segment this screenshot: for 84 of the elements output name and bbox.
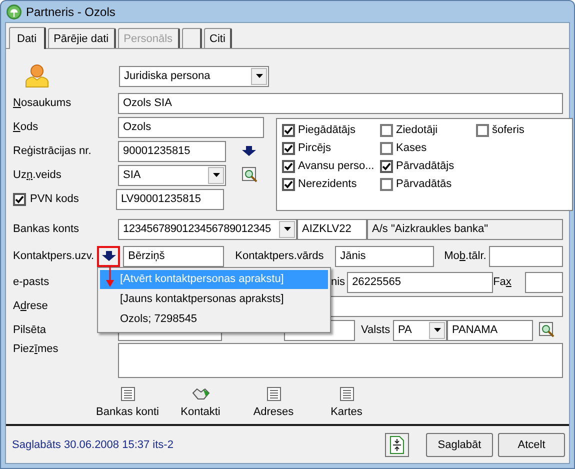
window-title: Partneris - Ozols xyxy=(26,4,116,18)
field-label: Reģistrācijas nr. xyxy=(13,145,92,157)
category-checkbox[interactable] xyxy=(380,160,393,172)
company-type-dropdown[interactable]: SIA xyxy=(118,164,226,186)
field-label: Adrese xyxy=(13,300,49,312)
toolbar-button[interactable]: Adreses xyxy=(237,385,310,420)
checkbox-label: PVN kods xyxy=(29,193,80,205)
caret-icon xyxy=(284,227,290,231)
dialog-button[interactable]: Atcelt xyxy=(498,432,565,456)
registration-field[interactable]: 90001235815 xyxy=(118,140,226,162)
tree-icon xyxy=(6,4,22,20)
tab[interactable]: Pārējie dati xyxy=(48,28,116,48)
document-icon xyxy=(390,436,404,454)
toolbar-button[interactable]: Kontakti xyxy=(164,385,237,420)
caret-icon xyxy=(212,173,220,177)
checkbox-label: Nerezidents xyxy=(298,178,357,190)
field-label: Mob.tālr. xyxy=(443,250,488,262)
code-field[interactable]: Ozols xyxy=(118,116,264,138)
dropdown-button[interactable] xyxy=(97,246,120,266)
field-label: Pilsēta xyxy=(13,324,48,336)
checkbox-label: Kases xyxy=(396,142,427,154)
category-checkbox[interactable] xyxy=(282,124,295,136)
person-icon xyxy=(25,64,49,88)
category-checkbox[interactable] xyxy=(282,142,295,154)
search-icon[interactable] xyxy=(539,322,555,338)
field-label: Kontaktpers.vārds xyxy=(234,250,325,262)
checkbox-label: Pārvadātās xyxy=(396,178,452,190)
tab[interactable]: Dati xyxy=(9,27,46,49)
down-arrow-icon[interactable] xyxy=(242,146,256,156)
menu-item[interactable]: Ozols; 7298545 xyxy=(100,310,328,329)
search-icon[interactable] xyxy=(242,167,258,183)
name-field[interactable]: Ozols SIA xyxy=(118,92,563,114)
handshake-icon xyxy=(192,387,210,401)
category-checkbox[interactable] xyxy=(380,124,393,136)
field-label: Piezīmes xyxy=(13,343,60,355)
caret-icon xyxy=(434,328,440,332)
field-label: Nosaukums xyxy=(13,97,72,109)
tab[interactable]: Citi xyxy=(204,28,232,48)
category-checkbox[interactable] xyxy=(282,160,295,172)
checkbox-label: Avansu perso... xyxy=(298,160,374,172)
category-checkbox[interactable] xyxy=(380,142,393,154)
vat-checkbox[interactable] xyxy=(13,192,26,206)
country-code-dropdown[interactable]: PA xyxy=(393,320,447,340)
bank-account-dropdown[interactable]: 1234567890123456789012345 xyxy=(118,218,297,240)
phone-field[interactable]: 26225565 xyxy=(347,272,494,292)
toolbar-button[interactable]: Kartes xyxy=(310,385,383,420)
category-checkbox[interactable] xyxy=(380,178,393,190)
vat-code-field[interactable]: LV90001235815 xyxy=(116,188,224,210)
bank-name-field: A/s "Aizkraukles banka" xyxy=(367,218,563,240)
field-label: Bankas konts xyxy=(13,223,80,235)
down-arrow-icon xyxy=(102,251,116,261)
checkbox-label: Ziedotāji xyxy=(396,124,438,136)
toolbar-button[interactable]: Bankas konti xyxy=(91,385,164,420)
field-label: Uzņ.veids xyxy=(13,169,62,181)
field-label: nis xyxy=(331,276,346,288)
first-name-field[interactable]: Jānis xyxy=(335,246,434,266)
icon-button[interactable] xyxy=(385,432,409,456)
list-icon xyxy=(340,387,354,401)
annotation-arrow xyxy=(105,266,115,288)
list-icon xyxy=(120,387,134,401)
country-name-field[interactable]: PANAMA xyxy=(447,320,533,340)
swift-field[interactable]: AIZKLV22 xyxy=(297,218,367,240)
list-icon xyxy=(266,387,280,401)
field-label: Valsts xyxy=(360,324,392,336)
field-label: Kods xyxy=(13,121,40,133)
field-label: Fax xyxy=(493,276,512,288)
notes-field[interactable] xyxy=(118,343,563,378)
caret-icon xyxy=(256,74,262,78)
checkbox-label: Piegādātājs xyxy=(298,124,356,136)
mobile-field[interactable] xyxy=(489,246,563,266)
tab[interactable] xyxy=(182,28,202,48)
status-text: Saglabāts 30.06.2008 15:37 its-2 xyxy=(12,438,174,450)
menu-item[interactable]: [Jauns kontaktpersonas apraksts] xyxy=(100,290,328,309)
category-checkbox[interactable] xyxy=(476,124,489,136)
dialog-button[interactable]: Saglabāt xyxy=(426,432,493,456)
field-label: Kontaktpers.uzv. xyxy=(13,250,94,262)
category-checkbox[interactable] xyxy=(282,178,295,190)
surname-field[interactable]: Bērziņš xyxy=(123,246,224,266)
checkbox-label: Pārvadātājs xyxy=(396,160,454,172)
field-label: e-pasts xyxy=(13,276,50,288)
checkbox-label: Pircējs xyxy=(298,142,332,154)
fax-field[interactable] xyxy=(525,272,563,292)
checkbox-label: šoferis xyxy=(492,124,524,136)
partner-type-dropdown[interactable]: Juridiska persona xyxy=(119,66,269,86)
